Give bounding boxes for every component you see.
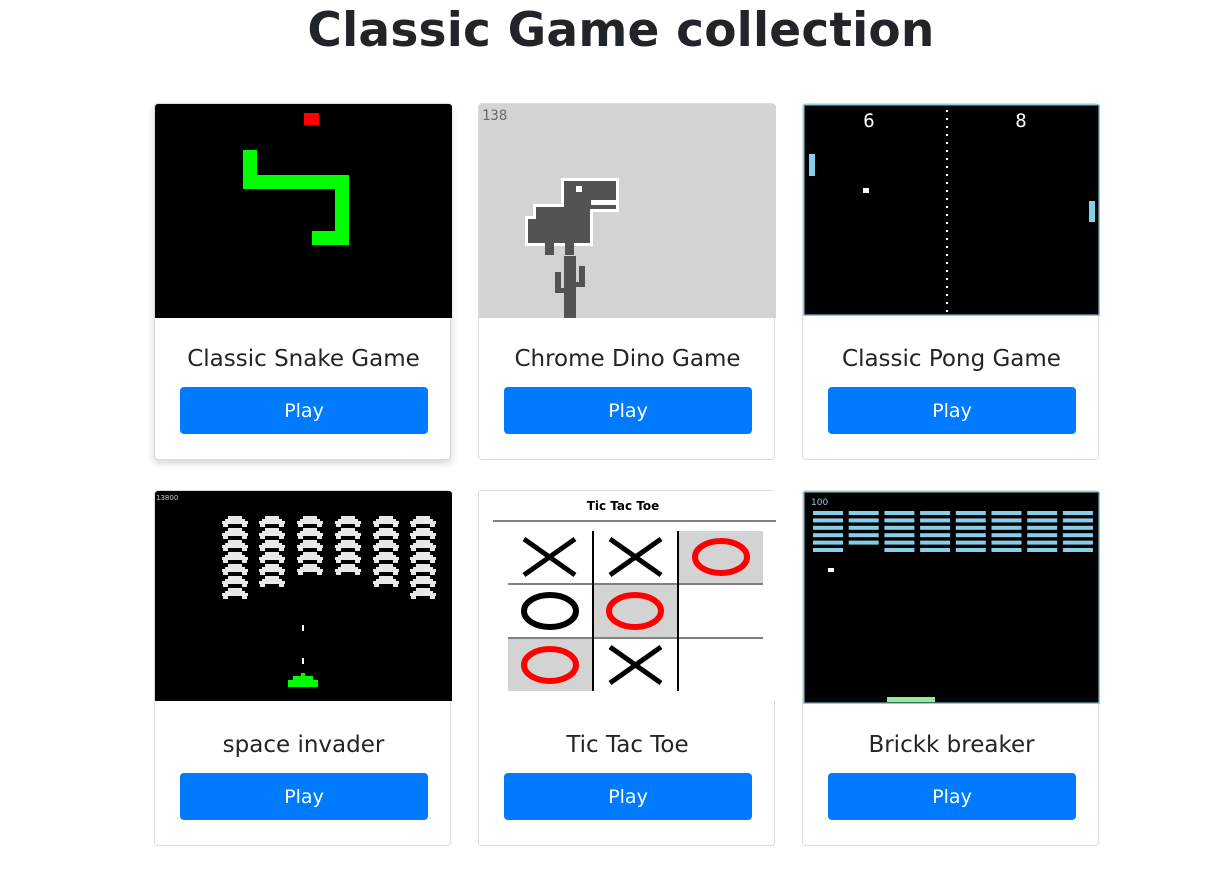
brick (991, 525, 1022, 530)
brick (1027, 511, 1058, 515)
brick (920, 533, 951, 538)
play-button-tic-tac-toe[interactable]: Play (504, 773, 752, 820)
card-title: Brickk breaker (868, 732, 1035, 758)
brick (884, 511, 915, 515)
brick (920, 518, 951, 523)
brick (884, 533, 915, 538)
tic-tac-toe-heading: Tic Tac Toe (587, 499, 660, 513)
brick (955, 533, 986, 538)
card-title: Classic Pong Game (842, 346, 1061, 372)
tic-tac-toe-thumbnail[interactable]: Tic Tac Toe (479, 491, 776, 701)
brick (813, 540, 843, 545)
brick (884, 548, 915, 552)
dino-score: 138 (482, 108, 507, 124)
page-title: Classic Game collection (307, 3, 935, 58)
brick-breaker-thumbnail[interactable]: 100 (803, 491, 1100, 704)
brick (955, 518, 986, 523)
brick (1062, 548, 1093, 552)
brick (848, 540, 879, 545)
snake-thumbnail[interactable] (155, 104, 452, 318)
brick (1027, 548, 1058, 552)
dino-thumbnail[interactable]: 138 (479, 104, 776, 318)
brick (955, 525, 986, 530)
game-card-pong: 6 8 Classic Pong Game Play (802, 103, 1100, 460)
brick (991, 548, 1022, 552)
brick (813, 525, 843, 530)
card-title: Chrome Dino Game (514, 346, 741, 372)
pong-score-right: 8 (1015, 110, 1026, 132)
brick (991, 533, 1022, 538)
brick (1062, 511, 1093, 515)
play-button-pong[interactable]: Play (828, 387, 1076, 434)
brick (848, 518, 879, 523)
brick (1062, 533, 1093, 538)
brick (1027, 525, 1058, 530)
brick (1062, 518, 1093, 523)
brick (920, 540, 951, 545)
brick (813, 518, 843, 523)
brick (991, 540, 1022, 545)
brick (991, 511, 1022, 515)
game-card-dino: 138 Chrome Dino Game Play (478, 103, 776, 460)
pong-score-left: 6 (863, 110, 874, 132)
brick (813, 548, 843, 552)
brick (848, 533, 879, 538)
play-button-dino[interactable]: Play (504, 387, 752, 434)
brick (955, 548, 986, 552)
brick-score: 100 (811, 498, 828, 508)
pong-thumbnail[interactable]: 6 8 (803, 104, 1100, 316)
brick (920, 548, 951, 552)
game-card-brick-breaker: 100 Brickk breaker Play (802, 490, 1100, 846)
brick (848, 511, 879, 515)
card-title: Tic Tac Toe (566, 732, 689, 758)
card-title: Classic Snake Game (187, 346, 420, 372)
brick (1062, 525, 1093, 530)
brick (920, 525, 951, 530)
brick (1027, 518, 1058, 523)
game-card-tic-tac-toe: Tic Tac Toe Tic Tac Toe Play (478, 490, 776, 846)
play-button-brick-breaker[interactable]: Play (828, 773, 1076, 820)
brick (955, 511, 986, 515)
brick (884, 525, 915, 530)
card-title: space invader (222, 732, 385, 758)
play-button-space-invader[interactable]: Play (180, 773, 428, 820)
space-invader-thumbnail[interactable]: 13800 (155, 491, 452, 701)
brick (884, 540, 915, 545)
brick (1027, 540, 1058, 545)
brick (955, 540, 986, 545)
brick (920, 511, 951, 515)
brick (813, 511, 843, 515)
brick (813, 533, 843, 538)
play-button-snake[interactable]: Play (180, 387, 428, 434)
game-card-snake: Classic Snake Game Play (154, 103, 452, 460)
brick (991, 518, 1022, 523)
brick (1027, 533, 1058, 538)
brick (848, 525, 879, 530)
invader-score: 13800 (156, 494, 178, 502)
brick (1062, 540, 1093, 545)
brick (884, 518, 915, 523)
game-card-space-invader: 13800 space invader Play (154, 490, 452, 846)
